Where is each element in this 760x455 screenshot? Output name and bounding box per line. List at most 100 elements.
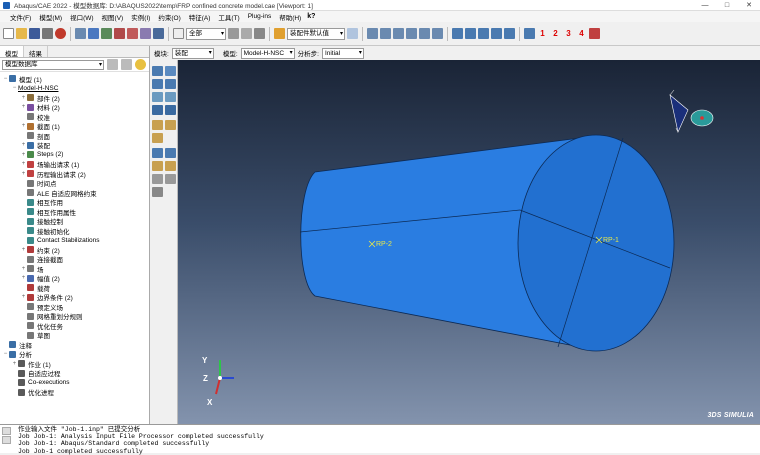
magnify-icon[interactable]	[101, 28, 112, 39]
box-zoom-icon[interactable]	[114, 28, 125, 39]
maximize-button[interactable]: □	[716, 0, 738, 11]
stop-icon[interactable]	[55, 28, 66, 39]
tree-node[interactable]: + 场输出请求 (1)	[0, 160, 149, 169]
tree-node[interactable]: 相互作用属性	[0, 207, 149, 217]
tree-expander-icon[interactable]: +	[20, 142, 27, 148]
linear-pattern-icon[interactable]	[152, 92, 163, 102]
tree-node[interactable]: 接触控制	[0, 217, 149, 226]
tree-expander-icon[interactable]: +	[20, 161, 27, 167]
view-top-icon[interactable]	[393, 28, 404, 39]
tree-node[interactable]: 优化任务	[0, 321, 149, 331]
module-select[interactable]: 装配 ▾	[171, 47, 214, 59]
view-3-button[interactable]: 3	[563, 29, 574, 38]
open-folder-icon[interactable]	[16, 28, 27, 39]
step-select[interactable]: Initial ▾	[321, 47, 364, 59]
zoom-icon[interactable]	[153, 28, 164, 39]
set-icon[interactable]	[165, 161, 176, 171]
render-style-select[interactable]: 装配件默认值 ▾	[287, 27, 345, 40]
close-button[interactable]: ✕	[738, 0, 760, 11]
menu-tools[interactable]: 工具(T)	[214, 12, 243, 22]
query-icon[interactable]	[152, 148, 163, 158]
model-select[interactable]: Model-H-NSC ▾	[240, 47, 295, 59]
tree-expander-icon[interactable]: +	[11, 361, 18, 367]
tree-expander-icon[interactable]: +	[20, 104, 27, 110]
tree-node[interactable]: 接触初始化	[0, 226, 149, 236]
message-area-icon[interactable]	[2, 427, 11, 435]
tab-model[interactable]: 模型	[0, 46, 24, 58]
tree-node[interactable]: 相互作用	[0, 198, 149, 207]
rotate-instance-icon[interactable]	[165, 79, 176, 89]
tree-node[interactable]: Contact Stabilizations	[0, 236, 149, 246]
tree-node[interactable]: 校准	[0, 112, 149, 122]
tree-node[interactable]: − 模型 (1)	[0, 74, 149, 84]
translate-instance-icon[interactable]	[152, 79, 163, 89]
tree-node[interactable]: 时间点	[0, 179, 149, 188]
tree-expander-icon[interactable]: +	[20, 266, 27, 272]
menu-constraint[interactable]: 约束(O)	[154, 12, 184, 22]
tree-expander-icon[interactable]: +	[20, 123, 27, 129]
tree-node[interactable]: + 边界条件 (2)	[0, 293, 149, 302]
merge-cut-icon[interactable]	[152, 105, 163, 115]
tab-results[interactable]: 结果	[24, 46, 48, 58]
menu-view[interactable]: 视图(V)	[98, 12, 128, 22]
view-2-button[interactable]: 2	[550, 29, 561, 38]
view-bottom-icon[interactable]	[406, 28, 417, 39]
tree-node[interactable]: 自适应过程	[0, 369, 149, 378]
rotate-icon[interactable]	[88, 28, 99, 39]
tree-expander-icon[interactable]: −	[2, 76, 9, 82]
view-1-button[interactable]: 1	[537, 29, 548, 38]
tree-node[interactable]: + 截面 (1)	[0, 122, 149, 131]
view-manipulator-icon[interactable]	[669, 89, 714, 133]
tree-node[interactable]: + 装配	[0, 141, 149, 150]
wireframe-icon[interactable]	[478, 28, 489, 39]
custom-view-icon[interactable]	[589, 28, 600, 39]
view-back-icon[interactable]	[380, 28, 391, 39]
tree-node[interactable]: + 历程输出请求 (2)	[0, 169, 149, 179]
datum-point-icon[interactable]	[152, 120, 163, 130]
tree-node[interactable]: + 场	[0, 264, 149, 274]
tree-node[interactable]: + 作业 (1)	[0, 359, 149, 369]
tree-node[interactable]: + 部件 (2)	[0, 93, 149, 103]
tree-expander-icon[interactable]: −	[11, 85, 18, 91]
tree-node[interactable]: 优化进程	[0, 388, 149, 397]
tree-node[interactable]: 草图	[0, 331, 149, 340]
menu-instance[interactable]: 实例(I)	[127, 12, 154, 22]
save-icon[interactable]	[29, 28, 40, 39]
partition-icon[interactable]	[152, 161, 163, 171]
tree-node[interactable]: − Model-H-NSC	[0, 84, 149, 94]
tree-node[interactable]: ALE 自适应网格约束	[0, 188, 149, 198]
cycle-views-icon[interactable]	[140, 28, 151, 39]
tree-node[interactable]: 网格重划分规则	[0, 312, 149, 321]
tree-node[interactable]: 剖面	[0, 131, 149, 141]
auto-fit-icon[interactable]	[127, 28, 138, 39]
pan-icon[interactable]	[75, 28, 86, 39]
view-right-icon[interactable]	[432, 28, 443, 39]
tree-node[interactable]: 载荷	[0, 283, 149, 293]
shaded-icon[interactable]	[491, 28, 502, 39]
create-instance-icon[interactable]	[165, 66, 176, 76]
tree-node[interactable]: − 分析	[0, 350, 149, 359]
view-left-icon[interactable]	[419, 28, 430, 39]
selection-filter-select[interactable]: 全部 ▾	[186, 27, 226, 40]
selection-mode-icon[interactable]	[241, 28, 252, 39]
tree-node[interactable]: + 约束 (2)	[0, 245, 149, 255]
tree-node[interactable]: + 材料 (2)	[0, 103, 149, 112]
tree-filter-icon[interactable]	[107, 59, 118, 70]
measure-icon[interactable]	[165, 148, 176, 158]
tree-expander-icon[interactable]: +	[20, 152, 27, 158]
transform-icon[interactable]	[165, 174, 176, 184]
tree-expander-icon[interactable]: +	[20, 171, 27, 177]
viewport-icon[interactable]	[524, 28, 535, 39]
menu-plugins[interactable]: Plug-ins	[244, 13, 275, 20]
tree-node[interactable]: Co-executions	[0, 378, 149, 388]
select-cursor-icon[interactable]	[173, 28, 184, 39]
menu-file[interactable]: 文件(F)	[6, 12, 35, 22]
selection-drag-icon[interactable]	[254, 28, 265, 39]
tree-node[interactable]: + 幅值 (2)	[0, 274, 149, 283]
tree-node[interactable]: + Steps (2)	[0, 150, 149, 160]
datum-plane-icon[interactable]	[152, 133, 163, 143]
display-options-icon[interactable]	[347, 28, 358, 39]
radial-pattern-icon[interactable]	[165, 92, 176, 102]
tree-expander-icon[interactable]: −	[2, 351, 9, 357]
selection-options-icon[interactable]	[228, 28, 239, 39]
